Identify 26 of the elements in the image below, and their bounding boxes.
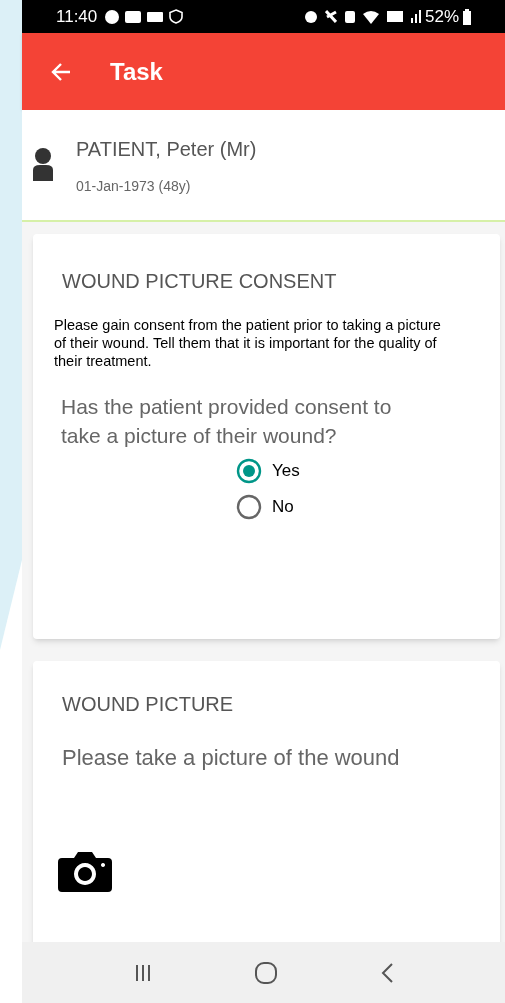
patient-dob: 01-Jan-1973 (48y) (76, 176, 192, 196)
battery-percent: 52% (424, 5, 459, 28)
prompt-text: Please take a picture of the wound (62, 744, 401, 772)
instruction-text: Please gain consent from the patient prior to taking a picture of their wound. Tell them that it is important for the quality of their treatment. (54, 316, 442, 370)
status-time: 11:40 (56, 5, 98, 28)
back-icon[interactable] (380, 961, 395, 984)
mute-icon (324, 10, 337, 23)
shield-icon (169, 9, 184, 24)
card-title: WOUND PICTURE CONSENT (62, 269, 338, 294)
question-text: Has the patient provided consent to take a picture of their wound? (61, 394, 393, 449)
camera-icon[interactable] (58, 852, 112, 892)
radio-button[interactable] (236, 494, 262, 520)
radio-button[interactable] (236, 458, 262, 484)
battery-icon (463, 8, 471, 25)
signal-icon (410, 10, 421, 23)
wifi-icon (362, 9, 379, 24)
home-icon[interactable] (254, 960, 279, 985)
option-label: Yes (272, 460, 300, 483)
patient-name: PATIENT, Peter (Mr) (76, 136, 257, 162)
back-arrow-icon[interactable] (50, 60, 72, 83)
card-icon (125, 10, 142, 23)
card-title: WOUND PICTURE (62, 692, 235, 717)
app-bar-title: Task (110, 56, 163, 87)
circle-icon (105, 9, 120, 24)
option-label: No (272, 496, 294, 519)
person-icon (32, 147, 54, 183)
